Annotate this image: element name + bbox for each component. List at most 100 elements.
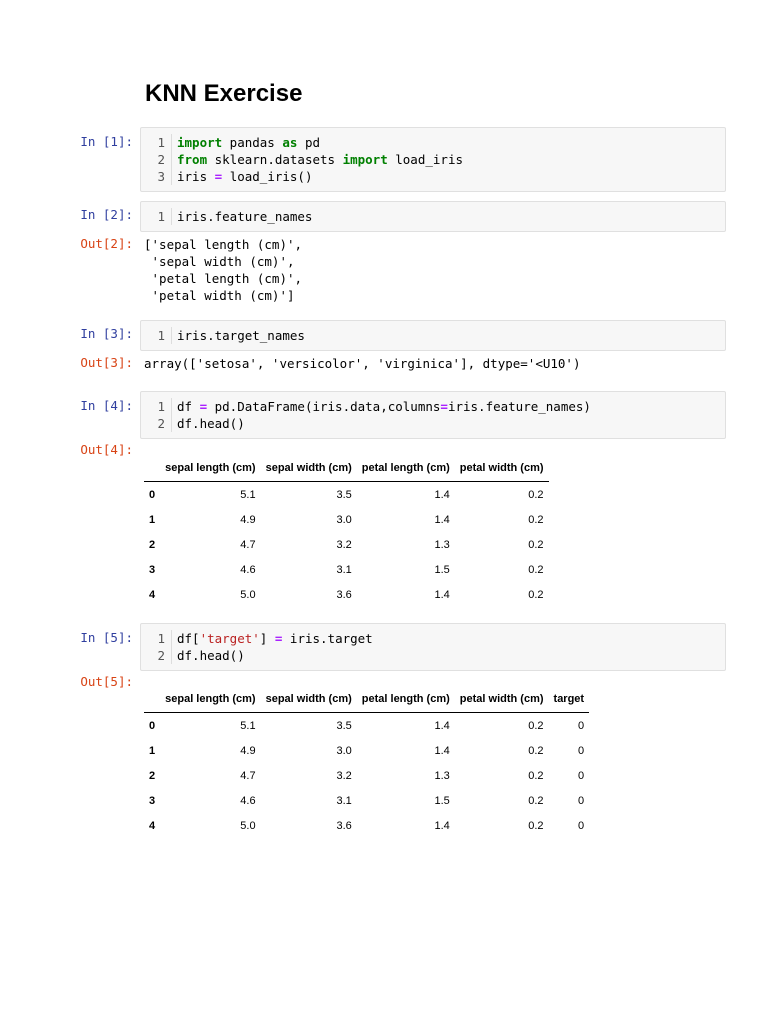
table-cell: 3.5 (336, 719, 352, 732)
code-line: 2 df.head() (141, 647, 725, 664)
input-prompt-2: In [2]: (80, 207, 133, 222)
code-line: 2 df.head() (141, 415, 725, 432)
table-row: 0 5.1 3.5 1.4 0.2 0 (144, 713, 589, 739)
code-line: 1 iris.target_names (141, 327, 725, 344)
row-index: 1 (149, 744, 156, 757)
row-index: 4 (149, 819, 156, 832)
line-number: 3 (141, 168, 172, 185)
table-cell: 0 (577, 744, 585, 757)
table-cell: 0.2 (528, 719, 544, 732)
code-cell-4[interactable]: 1 df = pd.DataFrame(iris.data,columns=iri… (140, 391, 726, 439)
table-cell: 0 (577, 819, 585, 832)
line-number: 1 (141, 208, 172, 225)
table-cell: 4.9 (240, 744, 256, 757)
column-header: petal length (cm) (356, 455, 455, 482)
table-cell: 5.1 (240, 719, 256, 732)
table-header-row: sepal length (cm) sepal width (cm) petal l… (144, 686, 590, 713)
code-token-kw: import (177, 135, 223, 150)
column-header: petal width (cm) (454, 686, 549, 713)
column-header: target (548, 686, 590, 713)
table-cell: 3.1 (336, 794, 352, 807)
output-prompt-3: Out[3]: (80, 355, 133, 370)
table-cell: 1.4 (434, 744, 450, 757)
table-cell: 0.2 (528, 588, 544, 601)
code-text: iris.target_names (177, 327, 305, 344)
notebook-title: KNN Exercise (145, 80, 303, 107)
table-cell: 0.2 (528, 769, 544, 782)
line-number: 1 (141, 134, 172, 151)
input-prompt-5: In [5]: (80, 630, 133, 645)
code-text: df.head() (177, 647, 245, 664)
table-cell: 1.3 (434, 538, 450, 551)
table-cell: 1.4 (434, 588, 450, 601)
code-text: iris = load_iris() (177, 168, 312, 185)
table-cell: 1.4 (434, 819, 450, 832)
table-cell: 0.2 (528, 819, 544, 832)
table-row: 0 5.1 3.5 1.4 0.2 (144, 482, 549, 508)
table-row: 1 4.9 3.0 1.4 0.2 (144, 507, 549, 532)
table-row: 2 4.7 3.2 1.3 0.2 0 (144, 763, 589, 788)
table-cell: 0.2 (528, 513, 544, 526)
table-cell: 3.0 (336, 513, 352, 526)
table-cell: 4.7 (240, 769, 256, 782)
row-index: 3 (149, 563, 156, 576)
line-number: 1 (141, 327, 172, 344)
line-number: 1 (141, 630, 172, 647)
table-cell: 0.2 (528, 563, 544, 576)
line-number: 2 (141, 151, 172, 168)
table-cell: 0.2 (528, 744, 544, 757)
table-cell: 5.1 (240, 488, 256, 501)
table-row: 3 4.6 3.1 1.5 0.2 0 (144, 788, 589, 813)
code-cell-3[interactable]: 1 iris.target_names (140, 320, 726, 351)
column-header: sepal length (cm) (160, 686, 261, 713)
code-token-kw: from (177, 152, 208, 167)
code-token-plain: iris.target_names (177, 328, 305, 343)
code-token-plain: iris.feature_names (177, 209, 313, 224)
column-header: sepal length (cm) (160, 455, 261, 482)
table-cell: 3.2 (336, 769, 352, 782)
code-text: df = pd.DataFrame(iris.data,columns=iris… (177, 398, 591, 415)
output-text-2: ['sepal length (cm)', 'sepal width (cm)'… (144, 237, 303, 303)
code-line: 1 import pandas as pd (141, 134, 725, 151)
table-cell: 0.2 (528, 538, 544, 551)
table-cell: 1.4 (434, 513, 450, 526)
table-cell: 4.6 (240, 794, 256, 807)
code-token-plain: df.head() (177, 416, 245, 431)
code-token-plain: pandas (222, 135, 283, 150)
table-cell: 4.7 (240, 538, 256, 551)
code-token-plain: df.head() (177, 648, 245, 663)
code-line: 3 iris = load_iris() (141, 168, 725, 185)
code-cell-1[interactable]: 1 import pandas as pd 2 from sklearn.datase… (140, 127, 726, 192)
row-index: 2 (149, 538, 156, 551)
row-index: 2 (149, 769, 156, 782)
table-cell: 4.6 (240, 563, 256, 576)
table-cell: 0 (577, 769, 585, 782)
code-token-kw: as (282, 135, 298, 150)
code-token-op: = (199, 399, 208, 414)
code-token-plain: df (177, 399, 200, 414)
table-row: 1 4.9 3.0 1.4 0.2 0 (144, 738, 589, 763)
table-cell: 4.9 (240, 513, 256, 526)
code-token-plain: df[ (177, 631, 200, 646)
table-row: 4 5.0 3.6 1.4 0.2 0 (144, 813, 589, 838)
column-header: petal length (cm) (356, 686, 455, 713)
table-cell: 1.4 (434, 719, 450, 732)
code-text: iris.feature_names (177, 208, 312, 225)
code-cell-5[interactable]: 1 df['target'] = iris.target 2 df.head() (140, 623, 726, 671)
table-row: 3 4.6 3.1 1.5 0.2 (144, 557, 549, 582)
input-prompt-1: In [1]: (80, 134, 133, 149)
row-index: 0 (149, 488, 156, 501)
table-cell: 0.2 (528, 488, 544, 501)
code-line: 1 iris.feature_names (141, 208, 725, 225)
row-index: 1 (149, 513, 156, 526)
table-cell: 1.3 (434, 769, 450, 782)
code-token-plain: load_iris() (222, 169, 313, 184)
code-token-plain: sklearn.datasets (207, 152, 343, 167)
dataframe-table-5: sepal length (cm) sepal width (cm) petal l… (144, 686, 590, 838)
table-cell: 0.2 (528, 794, 544, 807)
table-cell: 1.4 (434, 488, 450, 501)
table-cell: 3.6 (336, 819, 352, 832)
line-number: 2 (141, 647, 172, 664)
code-cell-2[interactable]: 1 iris.feature_names (140, 201, 726, 232)
code-token-str: 'target' (199, 631, 260, 646)
